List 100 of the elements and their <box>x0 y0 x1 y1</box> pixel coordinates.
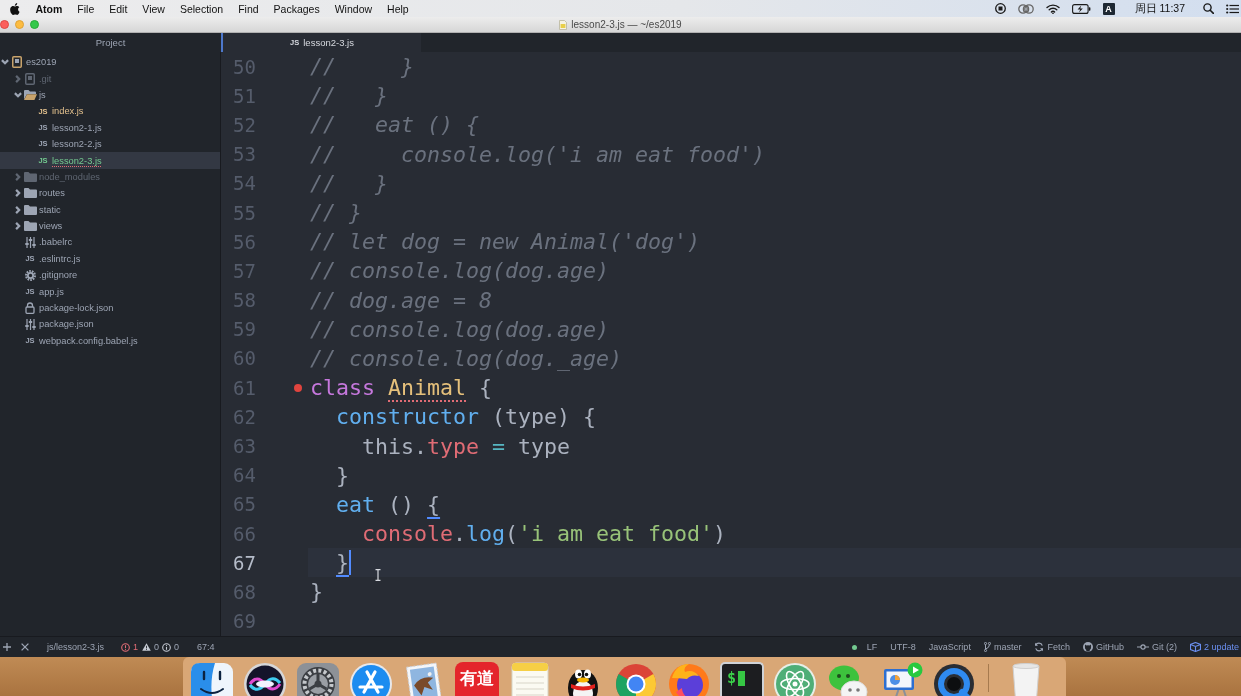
cat-icon <box>1082 642 1093 652</box>
chevron-icon[interactable] <box>14 172 22 181</box>
info-icon <box>162 642 172 652</box>
menu-item[interactable]: Packages <box>266 2 328 15</box>
line-number: 67 <box>233 551 256 574</box>
refresh-icon <box>1034 642 1045 652</box>
folder-icon <box>23 171 37 182</box>
file-path[interactable]: js/lesson2-3.js <box>47 642 105 652</box>
code-line: // eat () { <box>310 112 479 138</box>
repository-icon <box>12 56 22 69</box>
gear-icon[interactable] <box>296 662 340 696</box>
chevron-icon[interactable] <box>14 205 22 214</box>
chevron-icon[interactable] <box>14 222 22 231</box>
window-title: lesson2-3.js — ~/es2019 <box>571 19 682 30</box>
wifi-icon[interactable] <box>1045 3 1060 14</box>
error-icon <box>121 642 131 652</box>
lock-icon <box>25 302 35 315</box>
branch-icon <box>983 642 991 652</box>
encoding-button[interactable]: UTF-8 <box>890 642 916 652</box>
code-line: // console.log(dog.age) <box>310 316 609 342</box>
warning-count[interactable]: 0 <box>142 642 160 652</box>
tree-item[interactable]: package.json <box>0 316 220 333</box>
code-line: this.type = type <box>362 433 571 459</box>
chevron-icon[interactable] <box>1 58 9 67</box>
menu-clock[interactable]: 周日 11:37 <box>1134 1 1185 16</box>
close-icon[interactable] <box>21 643 29 651</box>
smiling-face-icon[interactable] <box>190 662 234 696</box>
code-line: // dog.age = 8 <box>310 287 492 313</box>
ring-icon[interactable] <box>932 662 976 696</box>
menu-item[interactable]: Help <box>379 2 417 15</box>
add-icon[interactable] <box>3 643 11 651</box>
orb-icon[interactable] <box>243 662 287 696</box>
code-line: } <box>336 462 350 488</box>
tree-item[interactable]: views <box>0 217 220 235</box>
menu-item[interactable]: Edit <box>101 2 135 15</box>
text-caret-icon <box>349 550 352 576</box>
tree-item[interactable]: .babelrc <box>0 234 220 251</box>
folder-icon <box>23 221 37 232</box>
github-button[interactable]: GitHub <box>1082 642 1124 652</box>
stylized-a-icon[interactable] <box>349 662 393 696</box>
chevron-icon[interactable] <box>14 74 22 83</box>
tree-item[interactable]: package-lock.json <box>0 299 220 317</box>
code-line: // } <box>310 54 414 80</box>
input-source-indicator[interactable]: A <box>1102 2 1115 15</box>
battery-icon[interactable] <box>1071 3 1091 14</box>
code-line: // } <box>310 200 362 226</box>
info-count[interactable]: 0 <box>162 642 180 652</box>
branch-button[interactable]: master <box>983 642 1022 652</box>
cursor-position[interactable]: 67:4 <box>197 642 215 652</box>
list-icon[interactable] <box>1226 3 1239 14</box>
chevron-icon[interactable] <box>14 90 22 99</box>
code-line: } <box>310 579 323 605</box>
dock-app-tile[interactable]: 有道 <box>455 662 499 696</box>
sliders-icon <box>24 237 36 248</box>
menu-item[interactable]: Selection <box>172 2 231 15</box>
gear-icon <box>24 269 36 281</box>
code-line: // let dog = new Animal('dog') <box>310 229 701 255</box>
menu-item[interactable]: Find <box>230 2 267 15</box>
tree-item[interactable]: .gitignore <box>0 267 220 284</box>
menu-item[interactable]: View <box>134 2 173 15</box>
fetch-button[interactable]: Fetch <box>1034 642 1070 652</box>
atom-icon[interactable] <box>773 662 817 696</box>
warning-icon <box>142 643 152 651</box>
document-icon <box>559 19 568 30</box>
tree-item[interactable]: routes <box>0 185 220 202</box>
ibeam-pointer-icon <box>375 569 381 581</box>
folder-icon <box>23 204 37 215</box>
updates-button[interactable]: 2 update <box>1189 642 1239 652</box>
code-line: constructor (type) { <box>336 404 597 430</box>
search-icon[interactable] <box>1203 3 1214 14</box>
tree-item[interactable]: static <box>0 201 220 218</box>
code-line: class Animal { <box>310 375 493 401</box>
code-line: } <box>336 550 350 576</box>
menu-item[interactable]: File <box>69 2 102 15</box>
grammar-button[interactable]: JavaScript <box>928 642 971 652</box>
tree-item[interactable]: es2019 <box>0 54 220 71</box>
chevron-icon[interactable] <box>14 189 22 198</box>
commit-icon <box>1136 644 1149 650</box>
code-line: // console.log(dog._age) <box>310 345 622 371</box>
repository-icon <box>25 72 35 85</box>
line-ending-button[interactable]: LF <box>866 642 878 652</box>
tree-item[interactable]: js <box>0 86 220 104</box>
record-icon[interactable] <box>994 3 1006 14</box>
code-line: // console.log(dog.age) <box>310 258 609 284</box>
error-count[interactable]: 1 <box>121 642 139 652</box>
open-folder-icon <box>23 89 37 100</box>
status-dot-icon <box>851 644 857 650</box>
code-line: // } <box>310 83 388 109</box>
terminal-tile[interactable]: $ <box>720 662 764 696</box>
sliders-icon <box>24 318 36 330</box>
close-icon[interactable] <box>0 20 9 29</box>
git-button[interactable]: Git (2) <box>1136 642 1177 652</box>
fox-globe-icon[interactable] <box>667 662 711 696</box>
apple-icon[interactable] <box>10 2 20 15</box>
code-line: console.log('i am eat food') <box>362 521 727 547</box>
code-line: // console.log('i am eat food') <box>310 141 766 167</box>
app-menu[interactable]: Atom <box>28 2 70 15</box>
menu-item[interactable]: Window <box>327 2 380 15</box>
folder-icon <box>23 188 37 199</box>
linked-rings-icon[interactable] <box>1017 3 1034 14</box>
